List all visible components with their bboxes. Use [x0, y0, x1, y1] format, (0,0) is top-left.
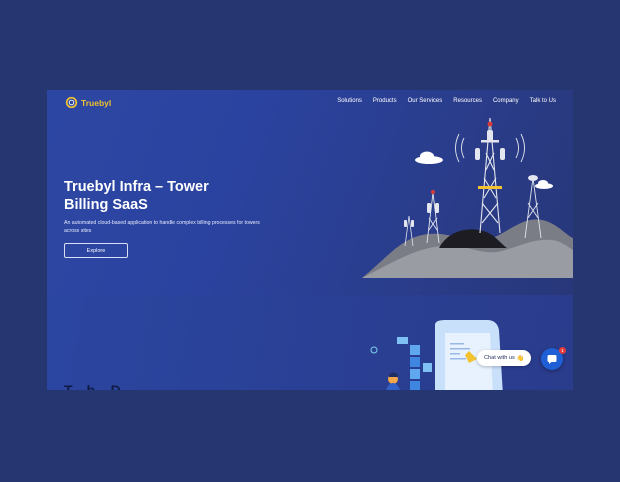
- notification-badge: 1: [559, 347, 566, 354]
- hero-subtitle: An automated cloud-based application to …: [64, 220, 260, 234]
- tower-illustration: [362, 117, 573, 278]
- main-nav: Solutions Products Our Services Resource…: [337, 98, 556, 104]
- brand-logo[interactable]: Truebyl: [65, 96, 111, 109]
- waving-hand-icon: 👋: [516, 355, 525, 362]
- nav-item-our-services[interactable]: Our Services: [408, 98, 443, 104]
- hero-section: Truebyl Solutions Products Our Services …: [47, 90, 573, 295]
- browser-viewport: Truebyl Solutions Products Our Services …: [47, 90, 573, 390]
- chat-label: Chat with us: [484, 355, 515, 361]
- hero-title: Truebyl Infra – Tower Billing SaaS: [64, 179, 209, 213]
- second-section: [47, 295, 573, 390]
- nav-item-solutions[interactable]: Solutions: [337, 98, 362, 104]
- section2-heading-cut-off: T... b... D...: [64, 382, 133, 390]
- brand-name: Truebyl: [81, 97, 112, 108]
- ring-logo-icon: [65, 96, 78, 109]
- nav-item-company[interactable]: Company: [493, 98, 519, 104]
- nav-item-products[interactable]: Products: [373, 98, 397, 104]
- nav-item-talk-to-us[interactable]: Talk to Us: [530, 98, 556, 104]
- chat-with-us-bubble[interactable]: Chat with us 👋: [477, 350, 532, 366]
- nav-item-resources[interactable]: Resources: [453, 98, 482, 104]
- explore-button[interactable]: Explore: [64, 243, 128, 258]
